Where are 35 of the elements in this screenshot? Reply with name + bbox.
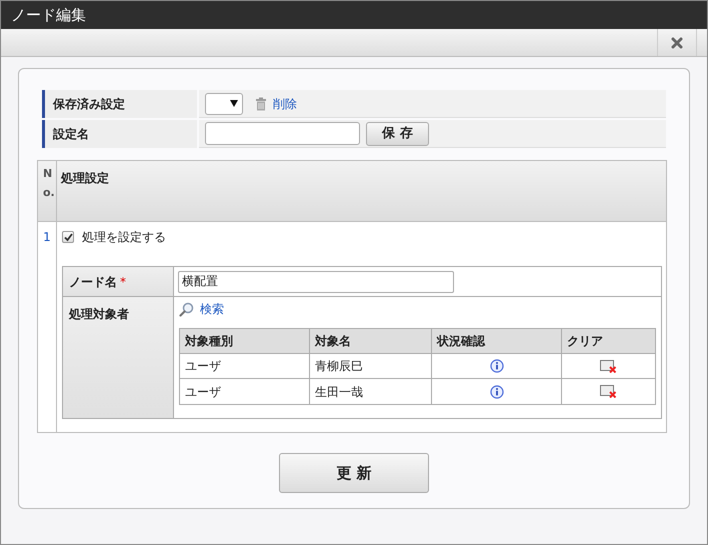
delete-link[interactable]: 削除	[273, 94, 297, 112]
row-number: 1	[43, 229, 51, 246]
field-label: 保存済み設定	[53, 96, 125, 113]
saved-settings-select[interactable]	[205, 92, 243, 114]
column-header: 対象種別	[180, 329, 310, 354]
info-icon[interactable]	[490, 384, 504, 398]
update-button[interactable]: 更 新	[279, 453, 429, 493]
trash-icon	[255, 96, 267, 110]
info-icon[interactable]	[490, 359, 504, 373]
table-cell: ユーザ	[180, 354, 310, 379]
required-mark: *	[120, 274, 126, 290]
close-button[interactable]	[657, 29, 697, 56]
table-cell: ユーザ	[180, 379, 310, 404]
column-header: No.	[43, 166, 51, 201]
checkbox-label: 処理を設定する	[82, 229, 166, 246]
column-header: クリア	[562, 329, 655, 354]
field-label: 処理対象者	[69, 307, 129, 321]
search-icon	[179, 302, 194, 316]
setting-name-input[interactable]	[205, 122, 360, 145]
clear-icon[interactable]	[600, 360, 617, 372]
close-icon	[671, 36, 683, 48]
field-label: ノード名	[69, 274, 117, 290]
field-label: 設定名	[53, 126, 89, 143]
column-header: 対象名	[310, 329, 432, 354]
table-cell: 青柳辰巳	[310, 354, 432, 379]
table-cell: 生田一哉	[310, 379, 432, 404]
enable-checkbox[interactable]	[62, 231, 74, 243]
save-button[interactable]: 保 存	[366, 122, 429, 146]
search-link[interactable]: 検索	[200, 300, 224, 318]
column-header: 処理設定	[61, 171, 109, 185]
column-header: 状況確認	[432, 329, 562, 354]
window-title: ノード編集	[11, 4, 86, 26]
caret-icon	[230, 100, 238, 107]
clear-icon[interactable]	[600, 385, 617, 398]
node-name-input[interactable]: 横配置	[178, 270, 454, 292]
